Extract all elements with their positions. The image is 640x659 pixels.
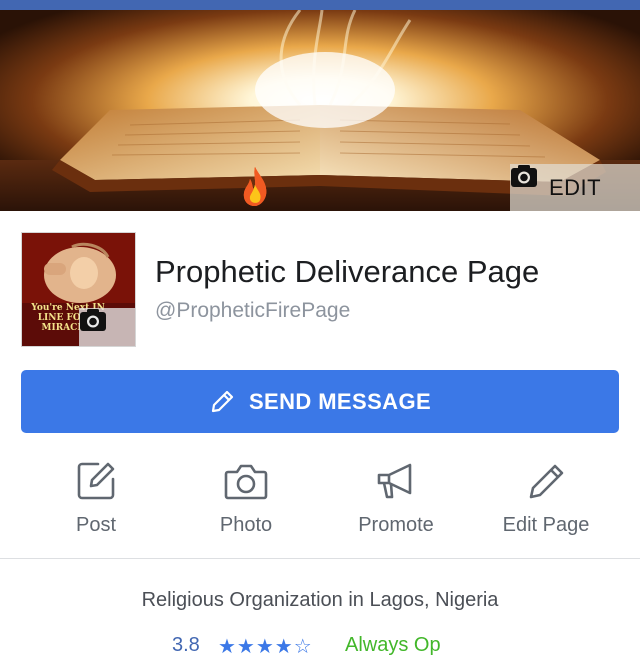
- top-app-bar: [0, 0, 640, 10]
- cover-photo: EDIT: [0, 10, 640, 211]
- edit-page-label: Edit Page: [502, 514, 590, 536]
- page-username: @PropheticFirePage: [155, 299, 351, 322]
- pencil-icon: [523, 458, 569, 504]
- camera-icon: [80, 309, 106, 331]
- compose-icon: [73, 458, 119, 504]
- page-category: Religious Organization in Lagos, Nigeria: [141, 589, 499, 611]
- edit-cover-label: EDIT: [548, 174, 602, 200]
- megaphone-icon: [373, 458, 419, 504]
- edit-page-action[interactable]: Edit Page: [476, 458, 616, 548]
- pencil-icon: [211, 390, 234, 412]
- flame-emojis: [240, 165, 390, 211]
- rating-row[interactable]: 3.8 ★★★★☆ Always Op: [0, 628, 640, 658]
- promote-label: Promote: [358, 514, 434, 536]
- section-divider: [0, 558, 640, 559]
- photo-label: Photo: [219, 514, 273, 536]
- promote-action[interactable]: Promote: [326, 458, 466, 548]
- photo-action[interactable]: Photo: [176, 458, 316, 548]
- availability-status: Always Op: [345, 634, 441, 656]
- edit-cover-button[interactable]: EDIT: [510, 164, 640, 211]
- change-profile-photo-button[interactable]: [79, 308, 135, 346]
- post-label: Post: [75, 514, 117, 536]
- rating-stars-icon: ★★★★☆: [218, 636, 313, 658]
- send-message-button[interactable]: SEND MESSAGE: [21, 370, 619, 433]
- camera-icon: [223, 458, 269, 504]
- flame-icon: [243, 167, 267, 206]
- camera-icon: [511, 165, 537, 187]
- rating-value: 3.8: [172, 634, 200, 656]
- page-title: Prophetic Deliverance Page: [155, 254, 540, 289]
- post-action[interactable]: Post: [26, 458, 166, 548]
- profile-picture[interactable]: You're Next IN LINE FOR A MIRACLE!: [21, 232, 136, 347]
- send-message-label: SEND MESSAGE: [248, 388, 432, 414]
